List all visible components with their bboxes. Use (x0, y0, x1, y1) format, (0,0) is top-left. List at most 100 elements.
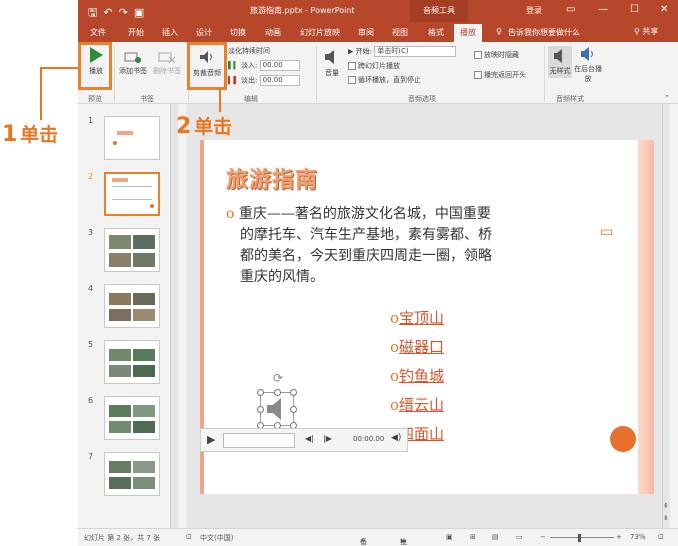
tab-home[interactable]: 开始 (128, 27, 144, 38)
tell-me-search[interactable]: 告诉我你想要做什么 (508, 27, 580, 38)
add-bookmark-button[interactable]: 添加书签 (116, 50, 150, 76)
no-style-label: 无样式 (549, 67, 571, 75)
thumbnail-number: 7 (88, 452, 94, 461)
resize-handle[interactable] (290, 406, 297, 413)
list-item[interactable]: o宝顶山 (390, 304, 444, 333)
tab-slideshow[interactable]: 幻灯片放映 (300, 27, 340, 38)
resize-handle[interactable] (290, 389, 297, 396)
thumbnail-number: 3 (88, 228, 94, 237)
loop-until-stopped-checkbox[interactable]: 循环播放，直到停止 (348, 75, 421, 85)
zoom-slider[interactable] (550, 537, 614, 538)
quick-access-toolbar: 🖫↶↷▣ (88, 4, 150, 23)
tab-playback[interactable]: 播放 (454, 24, 482, 42)
zoom-in-icon[interactable]: + (616, 533, 622, 541)
previous-slide-icon[interactable]: ⇞ (663, 502, 669, 510)
undo-icon[interactable]: ↶ (103, 6, 118, 19)
slide-thumbnail[interactable] (104, 228, 160, 272)
window-title: 旅游指南.pptx - PowerPoint (250, 6, 355, 15)
remove-bookmark-button[interactable]: 删除书签 (150, 50, 184, 76)
player-progress-track[interactable] (223, 433, 295, 448)
slide-thumbnail-active[interactable] (104, 172, 160, 216)
start-dropdown[interactable]: 单击时(C) (374, 46, 457, 57)
thumbnail-photo (109, 253, 131, 267)
spelling-check-icon[interactable]: ⊡ (186, 533, 192, 541)
thumbnail-photo (109, 365, 131, 377)
reading-view-icon[interactable]: ▤ (492, 533, 499, 541)
checkbox-icon (474, 71, 482, 79)
redo-icon[interactable]: ↷ (119, 6, 134, 19)
thumbnail-text-lines (112, 186, 152, 200)
share-button[interactable]: ⚲ 共享 (634, 26, 658, 37)
link-text: 磁器口 (399, 338, 445, 356)
next-slide-icon[interactable]: ⇟ (663, 514, 669, 522)
slide-thumbnail[interactable] (104, 340, 160, 384)
play-in-background-label: 在后台播放 (574, 65, 602, 83)
tab-file[interactable]: 文件 (90, 27, 106, 38)
tab-review[interactable]: 审阅 (358, 27, 374, 38)
zoom-level[interactable]: 73% (630, 533, 646, 541)
volume-button[interactable]: 音量 (320, 48, 344, 78)
list-item[interactable]: o缙云山 (390, 391, 444, 420)
slide-title[interactable]: 旅游指南 (226, 162, 318, 194)
rotate-handle-icon[interactable]: ⟳ (273, 371, 283, 385)
close-icon[interactable]: ✕ (660, 4, 668, 15)
play-across-slides-checkbox[interactable]: 跨幻灯片播放 (348, 61, 400, 71)
tab-format[interactable]: 格式 (428, 27, 444, 38)
slide-thumbnail[interactable] (104, 452, 160, 496)
tell-me-icon[interactable]: ♀ (496, 27, 502, 36)
status-bar: 幻灯片 第 2 张，共 7 张 ⊡ 中文(中国) ≐ 备注 ▬ 批注 ▣ ⊞ ▤… (78, 528, 678, 546)
thumbnails-scrollbar[interactable] (170, 104, 178, 528)
list-item[interactable]: o磁器口 (390, 333, 444, 362)
save-icon[interactable]: 🖫 (88, 6, 103, 19)
slide-body-text[interactable]: o 重庆——著名的旅游文化名城，中国重要 的摩托车、汽车生产基地，素有雾都、桥 … (226, 204, 606, 288)
step-1-number: 1 (2, 122, 18, 147)
start-from-beginning-icon[interactable]: ▣ (134, 6, 150, 19)
login-link[interactable]: 登录 (526, 5, 542, 16)
thumbnail-photo (109, 235, 131, 249)
resize-handle[interactable] (274, 389, 281, 396)
zoom-out-icon[interactable]: − (540, 533, 546, 541)
play-in-background-button[interactable]: 在后台播放 (574, 46, 602, 84)
player-rewind-icon[interactable]: ◀| (305, 434, 314, 443)
zoom-slider-thumb[interactable] (578, 534, 581, 542)
tab-transitions[interactable]: 切换 (230, 27, 246, 38)
hide-during-show-checkbox[interactable]: 放映时隐藏 (474, 50, 519, 60)
step-2-callout-line (219, 90, 221, 112)
fade-in-input[interactable]: 00.00 (259, 60, 300, 71)
minimize-icon[interactable]: — (598, 4, 608, 15)
normal-view-icon[interactable]: ▣ (446, 533, 453, 541)
step-2-number: 2 (176, 114, 192, 139)
tab-insert[interactable]: 插入 (162, 27, 178, 38)
maximize-icon[interactable]: ☐ (630, 4, 639, 15)
slideshow-view-icon[interactable]: ▭ (516, 533, 523, 541)
collapse-ribbon-icon[interactable]: ⌃ (664, 94, 670, 102)
language-indicator[interactable]: 中文(中国) (200, 533, 233, 543)
no-style-button[interactable]: 无样式 (548, 46, 572, 78)
ribbon-display-icon[interactable]: ▭ (566, 4, 575, 15)
slide-scrollbar[interactable] (662, 104, 670, 528)
group-divider (544, 46, 545, 102)
resize-handle[interactable] (257, 389, 264, 396)
slide-thumbnail[interactable] (104, 396, 160, 440)
list-item[interactable]: o钓鱼城 (390, 362, 444, 391)
audio-object[interactable]: ⟳ (257, 371, 297, 429)
tab-animations[interactable]: 动画 (265, 27, 281, 38)
tab-design[interactable]: 设计 (196, 27, 212, 38)
player-play-icon[interactable]: ▶ (207, 433, 215, 446)
comment-icon[interactable]: ▭ (600, 224, 613, 240)
step-1-text: 单击 (20, 124, 59, 146)
player-forward-icon[interactable]: |▶ (323, 434, 332, 443)
group-label-editing: 编辑 (244, 95, 258, 103)
resize-handle[interactable] (257, 406, 264, 413)
slide-thumbnail[interactable] (104, 116, 160, 160)
link-text: 缙云山 (399, 396, 445, 414)
fit-slide-icon[interactable]: ⊡ (658, 533, 664, 541)
slide-thumbnail[interactable] (104, 284, 160, 328)
tab-view[interactable]: 视图 (392, 27, 408, 38)
fade-out-input[interactable]: 00.00 (259, 75, 300, 86)
slide-sorter-view-icon[interactable]: ⊞ (470, 533, 476, 541)
rewind-after-playing-checkbox[interactable]: 播完返回开头 (474, 70, 526, 80)
thumbnail-photo (133, 365, 155, 377)
context-tab-group: 音频工具 (410, 0, 468, 22)
player-volume-icon[interactable]: ◀) (391, 433, 401, 443)
